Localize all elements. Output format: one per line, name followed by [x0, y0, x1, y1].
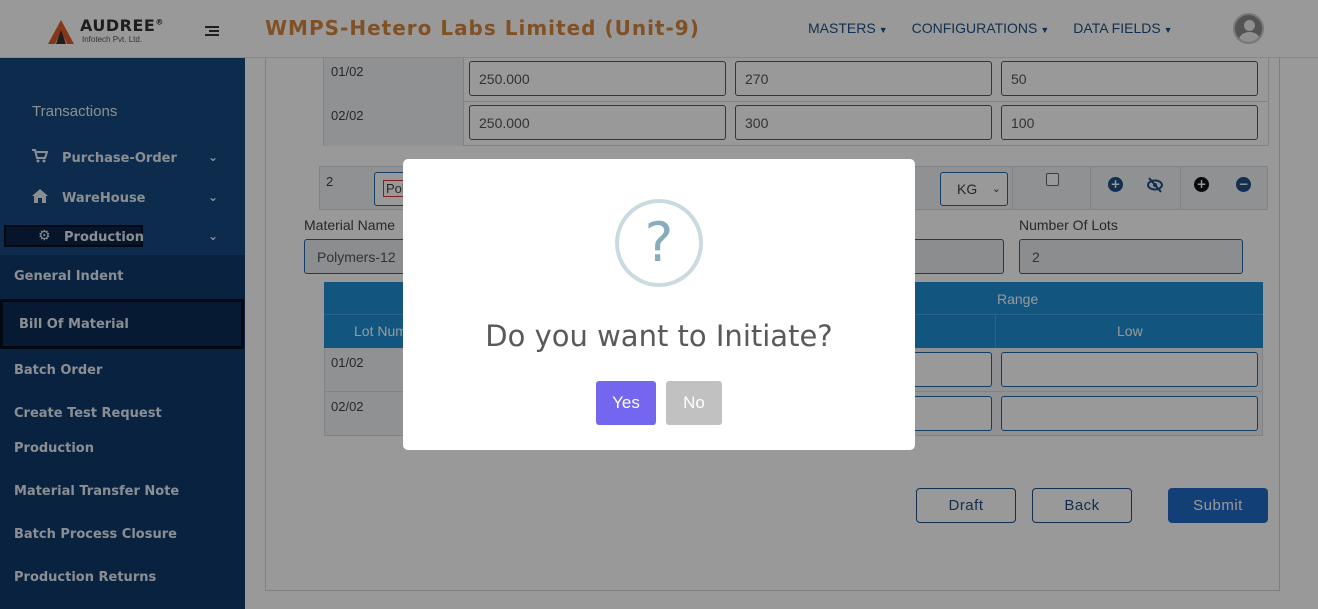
dialog-title: Do you want to Initiate? — [485, 319, 833, 353]
yes-button[interactable]: Yes — [596, 381, 656, 425]
no-button[interactable]: No — [666, 381, 722, 425]
question-icon: ? — [615, 199, 703, 287]
confirm-dialog: ? Do you want to Initiate? Yes No — [403, 159, 915, 450]
